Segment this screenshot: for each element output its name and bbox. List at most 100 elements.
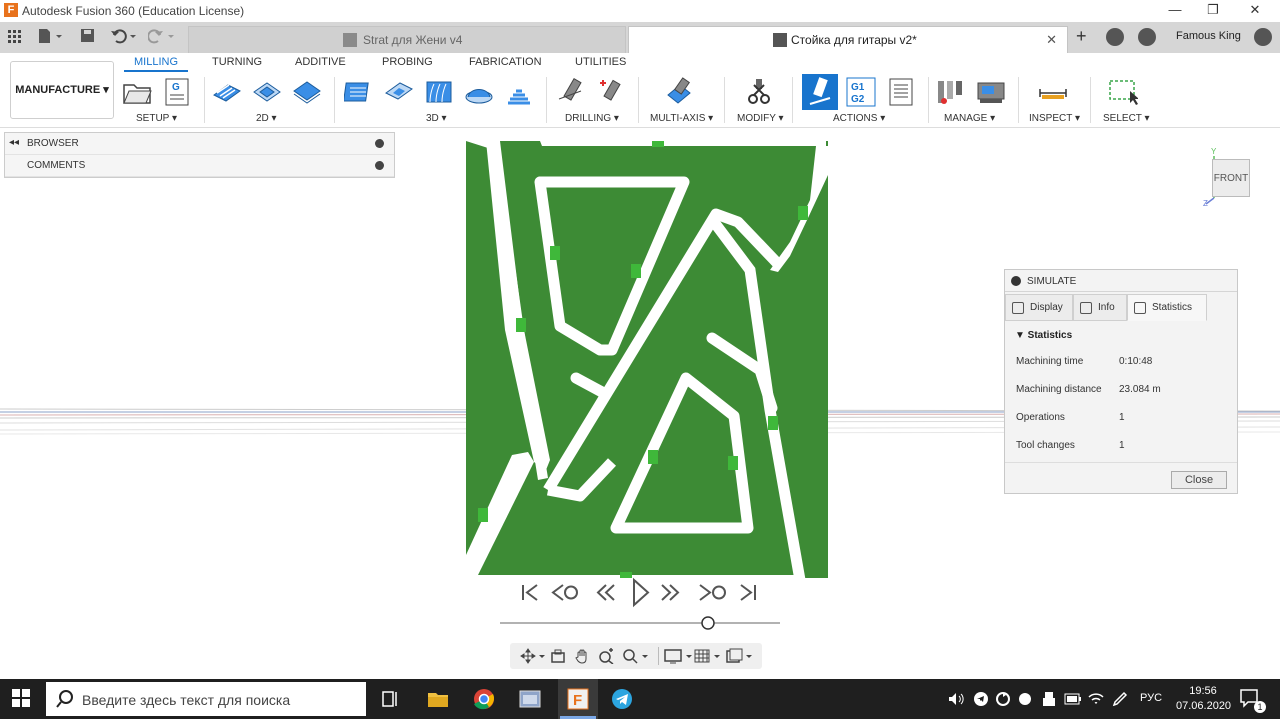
tab-milling[interactable]: MILLING xyxy=(124,56,189,72)
drill-icon[interactable] xyxy=(556,77,586,107)
window-select-icon[interactable] xyxy=(1108,77,1138,107)
face-icon[interactable] xyxy=(292,77,322,107)
zoom-icon[interactable] xyxy=(598,648,614,664)
measure-icon[interactable] xyxy=(1038,77,1068,107)
tab-additive[interactable]: ADDITIVE xyxy=(295,56,346,68)
orbit-icon[interactable] xyxy=(520,648,546,664)
app-window-icon[interactable] xyxy=(512,683,548,715)
tab-statistics[interactable]: Statistics xyxy=(1127,294,1207,321)
volume-icon[interactable] xyxy=(948,692,966,706)
parallel-icon[interactable] xyxy=(424,77,454,107)
file-explorer-icon[interactable] xyxy=(420,683,456,715)
chrome-icon[interactable] xyxy=(466,683,502,715)
tab-utilities[interactable]: UTILITIES xyxy=(575,56,626,68)
user-name[interactable]: Famous King xyxy=(1176,30,1241,42)
setup-folder-icon[interactable] xyxy=(122,77,152,107)
group-select[interactable]: SELECT ▾ xyxy=(1103,113,1150,124)
language-indicator[interactable]: РУС xyxy=(1140,692,1162,704)
grid-settings-icon[interactable] xyxy=(694,648,722,664)
help-icon[interactable] xyxy=(1254,28,1272,46)
adaptive-clearing-icon[interactable] xyxy=(212,77,242,107)
hole-recognition-icon[interactable] xyxy=(596,77,626,107)
pen-icon[interactable] xyxy=(1112,691,1128,707)
expand-dot-icon[interactable] xyxy=(375,139,384,148)
battery-icon[interactable] xyxy=(1064,693,1082,705)
step-back-icon[interactable] xyxy=(596,584,615,601)
scissors-icon[interactable] xyxy=(744,77,774,107)
statistics-section-header[interactable]: ▼ Statistics xyxy=(1015,330,1072,341)
maximize-button[interactable]: ❐ xyxy=(1198,2,1228,20)
timeline-handle[interactable] xyxy=(701,616,715,630)
post-process-icon[interactable]: G1G2 xyxy=(846,77,876,107)
look-at-icon[interactable] xyxy=(550,648,566,664)
contour-icon[interactable] xyxy=(464,77,494,107)
pocket-icon[interactable] xyxy=(252,77,282,107)
usb-tray-icon[interactable] xyxy=(1042,691,1056,707)
tab-probing[interactable]: PROBING xyxy=(382,56,433,68)
collapse-icon[interactable]: ◂◂ xyxy=(9,137,19,148)
tab-strat[interactable]: Strat для Жени v4 xyxy=(188,26,626,53)
play-icon[interactable] xyxy=(633,577,650,608)
telegram-tray-icon[interactable] xyxy=(974,692,988,706)
group-drilling[interactable]: DRILLING ▾ xyxy=(565,113,619,124)
new-tab-icon[interactable]: + xyxy=(1076,26,1087,47)
cloud-tray-icon[interactable] xyxy=(1018,692,1032,706)
workspace-switcher[interactable]: MANUFACTURE ▾ xyxy=(10,61,114,119)
go-to-start-icon[interactable] xyxy=(522,584,538,601)
extensions-icon[interactable] xyxy=(1106,28,1124,46)
3d-adaptive-icon[interactable] xyxy=(344,77,374,107)
task-view-icon[interactable] xyxy=(372,683,408,715)
setup-sheet-icon[interactable] xyxy=(886,77,916,107)
group-multi-axis[interactable]: MULTI-AXIS ▾ xyxy=(650,113,713,124)
tab-display[interactable]: Display xyxy=(1005,294,1073,321)
group-2d[interactable]: 2D ▾ xyxy=(256,113,277,124)
machine-library-icon[interactable] xyxy=(976,77,1006,107)
viewports-icon[interactable] xyxy=(726,648,754,664)
close-button[interactable]: Close xyxy=(1171,471,1227,489)
fit-icon[interactable] xyxy=(622,648,650,664)
fusion-360-icon[interactable]: F xyxy=(560,683,596,715)
nc-program-icon[interactable]: G xyxy=(162,77,192,107)
group-setup[interactable]: SETUP ▾ xyxy=(136,113,177,124)
machined-part[interactable] xyxy=(466,141,828,581)
group-modify[interactable]: MODIFY ▾ xyxy=(737,113,784,124)
tab-info[interactable]: Info xyxy=(1073,294,1127,321)
3d-pocket-icon[interactable] xyxy=(384,77,414,107)
job-status-icon[interactable] xyxy=(1138,28,1156,46)
minimize-button[interactable]: — xyxy=(1160,2,1190,20)
next-operation-icon[interactable] xyxy=(699,584,726,601)
taskbar-search[interactable]: Введите здесь текст для поиска xyxy=(46,682,366,716)
display-settings-icon[interactable] xyxy=(664,648,694,664)
simulate-icon[interactable] xyxy=(802,74,838,110)
redo-icon[interactable] xyxy=(148,28,176,44)
group-3d[interactable]: 3D ▾ xyxy=(426,113,447,124)
grid-menu-icon[interactable] xyxy=(8,30,22,44)
step-forward-icon[interactable] xyxy=(661,584,680,601)
save-icon[interactable] xyxy=(80,28,96,44)
horizontal-icon[interactable] xyxy=(504,77,534,107)
close-window-button[interactable]: ✕ xyxy=(1240,2,1270,20)
collapse-panel-icon[interactable] xyxy=(1011,276,1021,286)
browser-row[interactable]: ◂◂ BROWSER xyxy=(5,133,394,155)
tab-fabrication[interactable]: FABRICATION xyxy=(469,56,542,68)
group-manage[interactable]: MANAGE ▾ xyxy=(944,113,995,124)
sync-tray-icon[interactable] xyxy=(996,692,1010,706)
taskbar-clock[interactable]: 19:56 07.06.2020 xyxy=(1176,684,1231,714)
comments-row[interactable]: COMMENTS xyxy=(5,155,394,177)
wifi-icon[interactable] xyxy=(1088,691,1104,707)
go-to-end-icon[interactable] xyxy=(740,584,756,601)
viewcube[interactable]: FRONT xyxy=(1212,159,1250,197)
previous-operation-icon[interactable] xyxy=(551,584,578,601)
tab-guitar-stand[interactable]: Стойка для гитары v2* ✕ xyxy=(628,26,1068,53)
group-inspect[interactable]: INSPECT ▾ xyxy=(1029,113,1080,124)
multi-axis-icon[interactable] xyxy=(664,77,694,107)
group-actions[interactable]: ACTIONS ▾ xyxy=(833,113,885,124)
undo-icon[interactable] xyxy=(110,28,138,44)
expand-dot-icon[interactable] xyxy=(375,161,384,170)
tool-library-icon[interactable] xyxy=(936,77,966,107)
close-tab-icon[interactable]: ✕ xyxy=(1046,32,1057,48)
pan-hand-icon[interactable] xyxy=(574,648,590,664)
telegram-icon[interactable] xyxy=(604,683,640,715)
windows-start-icon[interactable] xyxy=(12,689,30,707)
file-menu-icon[interactable] xyxy=(38,28,64,44)
